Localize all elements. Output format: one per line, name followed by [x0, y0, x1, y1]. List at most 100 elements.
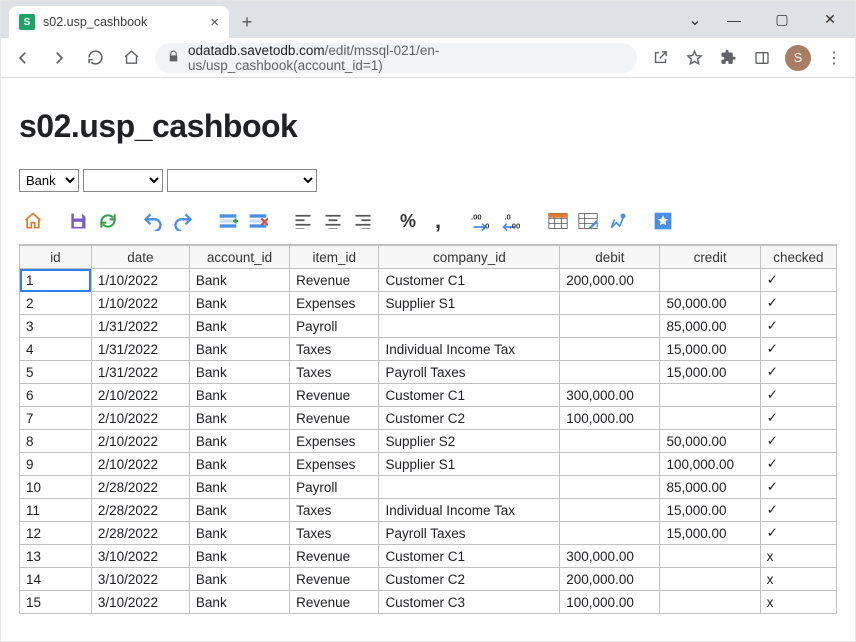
table-row[interactable]: 21/10/2022BankExpensesSupplier S150,000.… [20, 292, 837, 315]
browser-tab-active[interactable]: S s02.usp_cashbook × [9, 6, 229, 38]
cell-account[interactable]: Bank [189, 430, 289, 453]
cell-account[interactable]: Bank [189, 499, 289, 522]
cell-item[interactable]: Revenue [290, 269, 379, 292]
cell-credit[interactable]: 15,000.00 [660, 361, 760, 384]
header-id[interactable]: id [20, 246, 92, 269]
cell-account[interactable]: Bank [189, 361, 289, 384]
cell-id[interactable]: 14 [20, 568, 92, 591]
increase-decimals-icon[interactable]: .00.0 [469, 208, 497, 234]
cell-credit[interactable]: 50,000.00 [660, 292, 760, 315]
cell-account[interactable]: Bank [189, 315, 289, 338]
account-filter[interactable]: Bank [19, 169, 79, 192]
cell-company[interactable] [379, 315, 560, 338]
cell-checked[interactable]: ✓ [760, 315, 836, 338]
cell-checked[interactable]: ✓ [760, 361, 836, 384]
chevron-down-icon[interactable]: ⌄ [683, 5, 707, 35]
decrease-decimals-icon[interactable]: .0.00 [499, 208, 527, 234]
cell-company[interactable]: Customer C1 [379, 269, 560, 292]
cell-credit[interactable] [660, 384, 760, 407]
cell-id[interactable]: 11 [20, 499, 92, 522]
cell-debit[interactable] [560, 453, 660, 476]
cell-debit[interactable] [560, 292, 660, 315]
kebab-menu[interactable]: ⋮ [819, 43, 849, 73]
company-filter[interactable] [167, 169, 317, 192]
table-row[interactable]: 133/10/2022BankRevenueCustomer C1300,000… [20, 545, 837, 568]
home-icon[interactable] [19, 208, 47, 234]
cell-date[interactable]: 2/10/2022 [91, 407, 189, 430]
cell-debit[interactable]: 200,000.00 [560, 269, 660, 292]
redo-icon[interactable] [169, 208, 197, 234]
table-row[interactable]: 92/10/2022BankExpensesSupplier S1100,000… [20, 453, 837, 476]
minimize-button[interactable]: — [713, 5, 755, 35]
cell-debit[interactable]: 100,000.00 [560, 407, 660, 430]
url-input[interactable]: odatadb.savetodb.com/edit/mssql-021/en-u… [155, 43, 637, 73]
table-row[interactable]: 102/28/2022BankPayroll85,000.00✓ [20, 476, 837, 499]
cell-company[interactable] [379, 476, 560, 499]
cell-item[interactable]: Expenses [290, 453, 379, 476]
cell-company[interactable]: Customer C1 [379, 384, 560, 407]
cell-debit[interactable]: 100,000.00 [560, 591, 660, 614]
cell-credit[interactable]: 50,000.00 [660, 430, 760, 453]
header-item[interactable]: item_id [290, 246, 379, 269]
cell-checked[interactable]: ✓ [760, 453, 836, 476]
cell-debit[interactable] [560, 430, 660, 453]
close-tab-icon[interactable]: × [210, 15, 219, 30]
cell-credit[interactable] [660, 269, 760, 292]
profile-avatar[interactable]: S [785, 45, 811, 71]
cell-id[interactable]: 7 [20, 407, 92, 430]
cell-credit[interactable] [660, 407, 760, 430]
cell-account[interactable]: Bank [189, 338, 289, 361]
cell-date[interactable]: 2/10/2022 [91, 453, 189, 476]
cell-id[interactable]: 3 [20, 315, 92, 338]
align-center-icon[interactable] [319, 208, 347, 234]
align-right-icon[interactable] [349, 208, 377, 234]
cell-debit[interactable]: 200,000.00 [560, 568, 660, 591]
table-row[interactable]: 72/10/2022BankRevenueCustomer C2100,000.… [20, 407, 837, 430]
cell-checked[interactable]: ✓ [760, 430, 836, 453]
cell-date[interactable]: 2/10/2022 [91, 430, 189, 453]
cell-checked[interactable]: ✓ [760, 476, 836, 499]
cell-id[interactable]: 13 [20, 545, 92, 568]
extensions-button[interactable] [713, 43, 743, 73]
grid-scroll[interactable]: id date account_id item_id company_id de… [19, 244, 837, 641]
table-row[interactable]: 51/31/2022BankTaxesPayroll Taxes15,000.0… [20, 361, 837, 384]
cell-item[interactable]: Revenue [290, 545, 379, 568]
cell-account[interactable]: Bank [189, 522, 289, 545]
percent-format-icon[interactable]: % [394, 208, 422, 234]
cell-date[interactable]: 1/31/2022 [91, 361, 189, 384]
cell-id[interactable]: 4 [20, 338, 92, 361]
insert-row-icon[interactable] [214, 208, 242, 234]
cell-debit[interactable] [560, 315, 660, 338]
cell-account[interactable]: Bank [189, 384, 289, 407]
cell-date[interactable]: 3/10/2022 [91, 568, 189, 591]
cell-checked[interactable]: ✓ [760, 522, 836, 545]
cell-credit[interactable]: 85,000.00 [660, 315, 760, 338]
cell-credit[interactable] [660, 545, 760, 568]
header-credit[interactable]: credit [660, 246, 760, 269]
forward-button[interactable] [43, 42, 75, 74]
table-row[interactable]: 41/31/2022BankTaxesIndividual Income Tax… [20, 338, 837, 361]
cell-id[interactable]: 8 [20, 430, 92, 453]
cell-company[interactable]: Customer C1 [379, 545, 560, 568]
cell-debit[interactable] [560, 522, 660, 545]
share-button[interactable] [645, 43, 675, 73]
cell-id[interactable]: 6 [20, 384, 92, 407]
cell-date[interactable]: 1/31/2022 [91, 338, 189, 361]
cell-debit[interactable] [560, 499, 660, 522]
cell-company[interactable]: Customer C3 [379, 591, 560, 614]
cell-date[interactable]: 1/10/2022 [91, 292, 189, 315]
cell-company[interactable]: Payroll Taxes [379, 522, 560, 545]
cell-date[interactable]: 3/10/2022 [91, 591, 189, 614]
cell-checked[interactable]: x [760, 545, 836, 568]
cell-item[interactable]: Revenue [290, 407, 379, 430]
comma-format-icon[interactable]: , [424, 208, 452, 234]
cell-id[interactable]: 1 [20, 269, 92, 292]
header-company[interactable]: company_id [379, 246, 560, 269]
cell-company[interactable]: Supplier S1 [379, 453, 560, 476]
cell-item[interactable]: Taxes [290, 522, 379, 545]
cell-id[interactable]: 10 [20, 476, 92, 499]
reload-button[interactable] [79, 42, 111, 74]
cell-id[interactable]: 9 [20, 453, 92, 476]
cell-date[interactable]: 2/28/2022 [91, 476, 189, 499]
cell-company[interactable]: Customer C2 [379, 568, 560, 591]
